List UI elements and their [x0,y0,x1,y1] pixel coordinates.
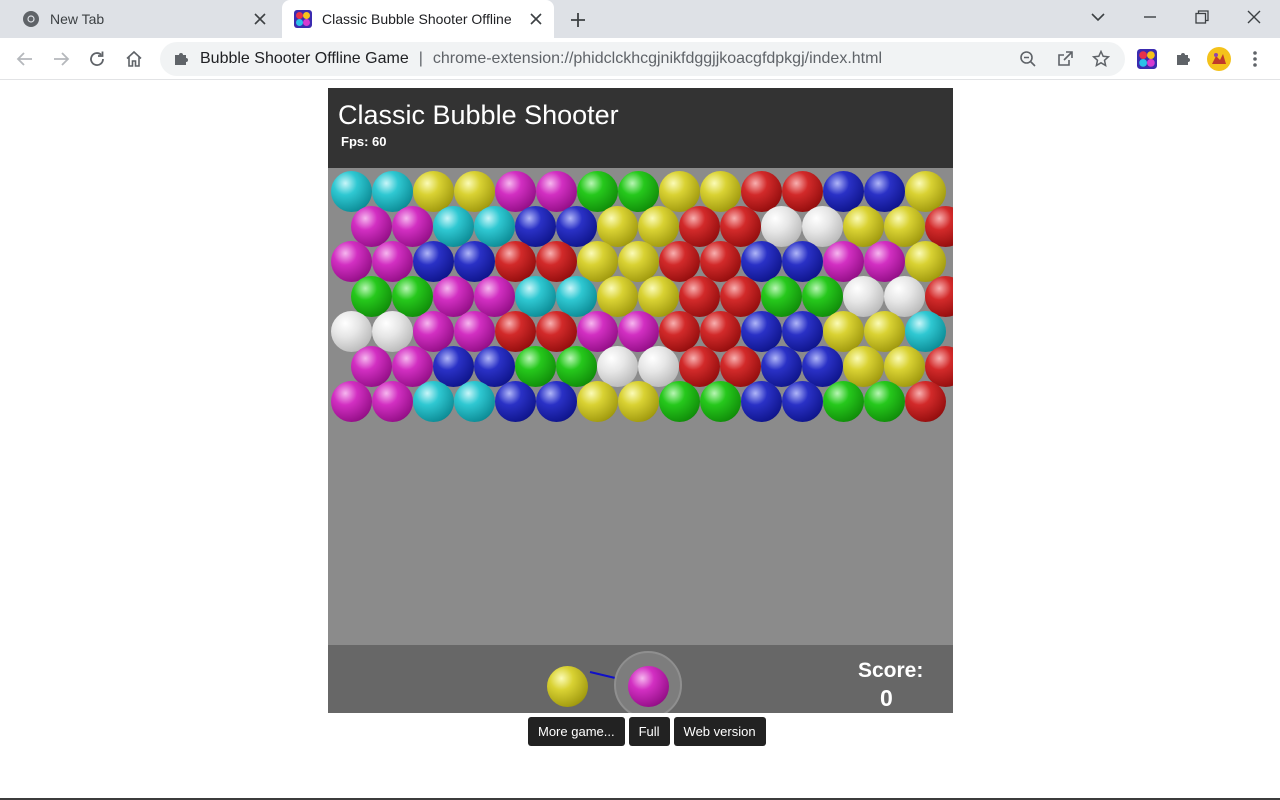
fps-counter: Fps: 60 [341,134,387,149]
arrow-left-icon [16,52,32,66]
restore-icon [1195,10,1209,24]
current-bubble[interactable] [628,666,669,707]
game-canvas[interactable]: Classic Bubble Shooter Fps: 60 Score: 0 [328,88,953,713]
minimize-icon [1144,16,1156,18]
back-button[interactable] [9,43,41,75]
profile-button[interactable] [1206,46,1232,72]
full-screen-button[interactable]: Full [628,717,670,746]
reload-icon [90,51,104,66]
new-tab-button[interactable] [564,6,592,34]
game-header: Classic Bubble Shooter Fps: 60 [328,88,953,168]
chrome-icon [23,11,39,27]
star-icon [1092,50,1110,68]
close-icon [1247,10,1261,24]
extensions-button[interactable] [1170,46,1196,72]
score-label: Score: [858,659,924,682]
address-bar[interactable]: Bubble Shooter Offline Game | chrome-ext… [160,42,1125,76]
plus-icon [571,13,585,27]
score-value: 0 [880,685,893,711]
game-buttons: More game... Full Web version [528,717,766,746]
bubble-green [864,381,905,422]
bubble-game-icon [1137,49,1157,69]
bubble-magenta [331,381,372,422]
extension-bubble-shooter-button[interactable] [1134,46,1160,72]
puzzle-icon [175,53,188,65]
address-separator: | [418,50,423,67]
zoom-out-icon [1020,51,1036,67]
bubble-blue [782,381,823,422]
bubble-cyan [413,381,454,422]
site-name: Bubble Shooter Offline Game [200,50,409,67]
bookmark-button[interactable] [1088,46,1114,72]
bubble-blue [495,381,536,422]
avatar-icon [1207,47,1231,71]
browser-toolbar: Bubble Shooter Offline Game | chrome-ext… [0,38,1280,80]
close-tab-icon[interactable] [248,7,272,31]
tab-title: Classic Bubble Shooter Offline [322,11,512,27]
restore-button[interactable] [1185,2,1219,32]
close-window-button[interactable] [1237,2,1271,32]
tab-bubble-shooter[interactable]: Classic Bubble Shooter Offline [282,0,554,38]
forward-button[interactable] [45,43,77,75]
bubble-magenta [372,381,413,422]
url-text: chrome-extension://phidclckhcgjnikfdggjj… [432,50,882,67]
bubble-green [823,381,864,422]
bubble-blue [536,381,577,422]
share-icon [1058,51,1073,66]
game-title: Classic Bubble Shooter [338,100,619,130]
bubble-green [700,381,741,422]
tab-strip: New Tab Classic Bubble Shooter Offline [0,0,1280,38]
bubble-red [905,381,946,422]
home-icon [126,50,142,67]
more-vert-icon [1253,51,1257,67]
bubble-yellow [577,381,618,422]
bubble-game-icon [294,10,312,28]
chevron-down-icon [1091,13,1105,22]
menu-button[interactable] [1242,46,1268,72]
minimize-button[interactable] [1133,2,1167,32]
home-button[interactable] [118,43,150,75]
bubble-green [659,381,700,422]
share-button[interactable] [1052,46,1078,72]
game-footer: Score: 0 [328,645,953,713]
arrow-right-icon [54,52,70,66]
bubble-blue [741,381,782,422]
puzzle-icon [1177,53,1190,65]
web-version-button[interactable]: Web version [673,717,766,746]
tab-title: New Tab [50,11,105,27]
tab-new-tab[interactable]: New Tab [8,0,278,38]
bubble-yellow [618,381,659,422]
close-tab-icon[interactable] [524,7,548,31]
reload-button[interactable] [81,43,113,75]
more-games-button[interactable]: More game... [528,717,625,746]
bubble-grid[interactable] [328,168,953,645]
bubble-cyan [454,381,495,422]
zoom-button[interactable] [1015,46,1041,72]
tab-search-button[interactable] [1081,2,1115,32]
next-bubble [547,666,588,707]
